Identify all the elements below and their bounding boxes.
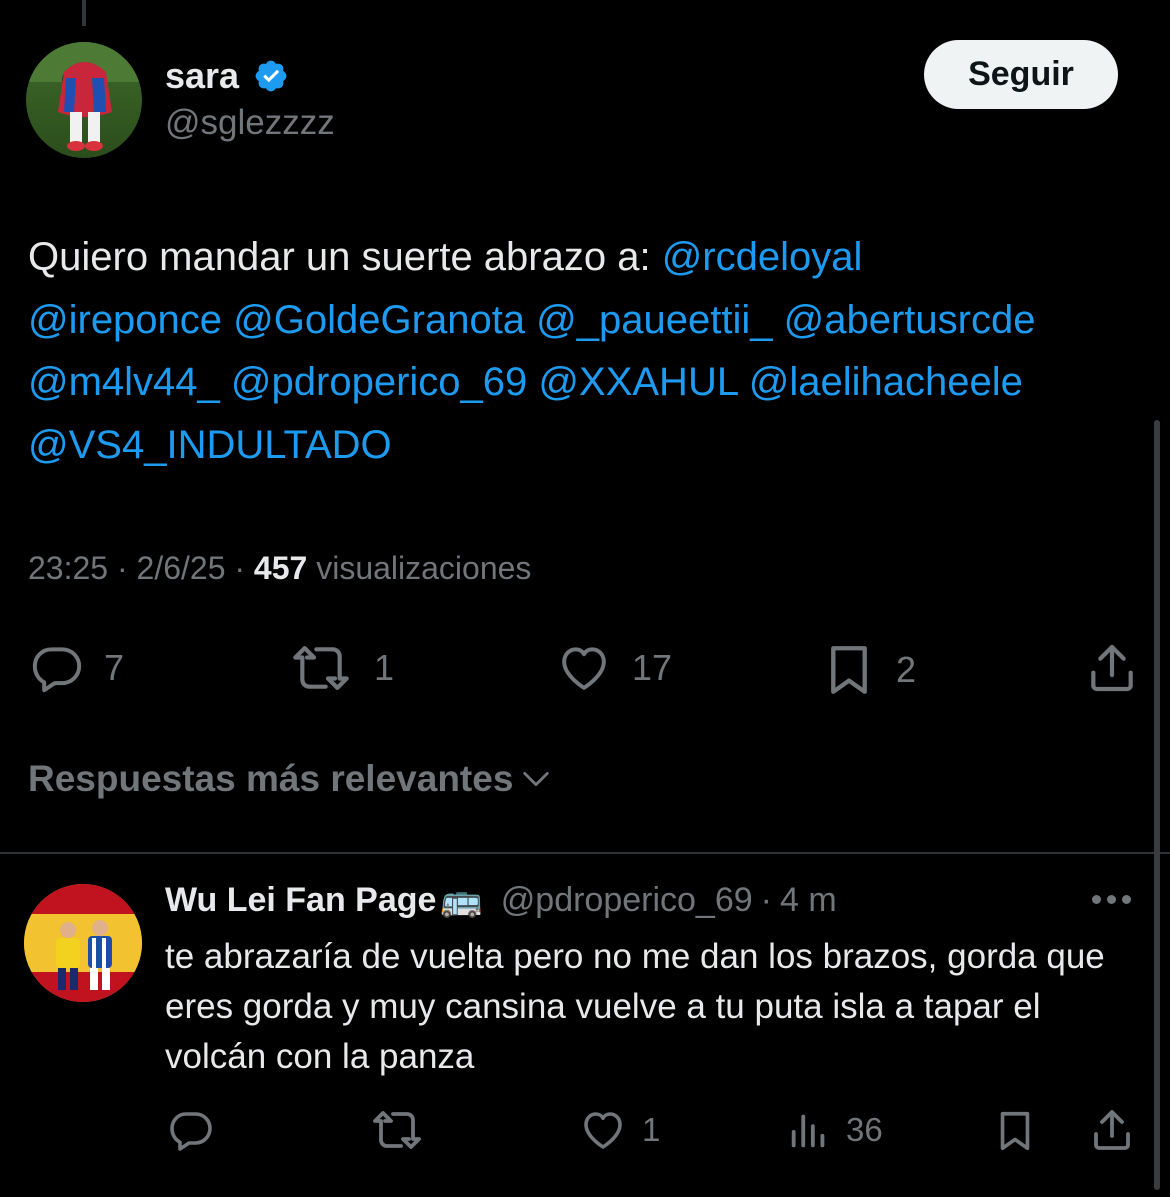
chevron-down-icon — [523, 771, 550, 787]
reply-like-count: 1 — [642, 1111, 661, 1148]
like-button[interactable]: 17 — [554, 640, 672, 696]
reply-like-button[interactable]: 1 — [578, 1106, 660, 1154]
retweet-icon — [293, 646, 349, 690]
bookmark-button[interactable]: 2 — [820, 640, 916, 700]
bookmark-count: 2 — [896, 649, 917, 690]
reply-author-name[interactable]: Wu Lei Fan Page — [165, 881, 436, 920]
verified-badge-icon — [255, 60, 287, 92]
follow-button[interactable]: Seguir — [924, 40, 1118, 109]
retweet-button[interactable]: 1 — [286, 640, 394, 696]
reply-bookmark-button[interactable] — [992, 1106, 1038, 1156]
tweet-text: Quiero mandar un suerte abrazo a: @rcdel… — [28, 226, 1148, 476]
reply-author-handle[interactable]: @pdroperico_69 — [501, 881, 753, 920]
reply-icon — [170, 1112, 212, 1151]
mention-link[interactable]: @laelihacheele — [749, 360, 1023, 404]
tweet-action-bar: 7 1 17 2 — [0, 640, 1170, 696]
bookmark-icon — [831, 646, 867, 694]
reply-button[interactable]: 7 — [28, 640, 124, 696]
scrollbar[interactable] — [1154, 420, 1160, 1190]
mention-link[interactable]: @abertusrcde — [784, 298, 1036, 342]
bus-emoji: 🚌 — [440, 881, 483, 919]
views-count: 457 — [253, 550, 308, 586]
separator: · — [760, 880, 772, 919]
tweet-time[interactable]: 23:25 — [28, 550, 108, 586]
heart-icon — [584, 1112, 622, 1149]
author-name-row: sara — [165, 55, 289, 97]
reply-author-avatar[interactable] — [24, 884, 142, 1002]
more-icon[interactable] — [1092, 895, 1131, 904]
reply-reply-button[interactable] — [166, 1106, 216, 1154]
author-name[interactable]: sara — [165, 55, 239, 97]
reply-header: Wu Lei Fan Page 🚌 @pdroperico_69 · 4 m — [165, 880, 837, 920]
mention-link[interactable]: @rcdeloyal — [662, 235, 863, 279]
reply-count: 7 — [104, 647, 125, 688]
mention-link[interactable]: @ireponce — [28, 298, 222, 342]
heart-icon — [562, 647, 606, 690]
replies-sort-dropdown[interactable]: Respuestas más relevantes — [28, 758, 553, 800]
sort-label: Respuestas más relevantes — [28, 758, 514, 799]
mention-link[interactable]: @pdroperico_69 — [231, 360, 527, 404]
author-handle[interactable]: @sglezzzz — [165, 103, 335, 143]
reply-action-bar: 1 36 — [0, 1106, 1170, 1154]
mention-link[interactable]: @m4lv44_ — [28, 360, 220, 404]
divider — [0, 852, 1170, 854]
author-avatar[interactable] — [26, 42, 142, 158]
share-icon — [1091, 644, 1133, 692]
reply-text: te abrazaría de vuelta pero no me dan lo… — [165, 937, 1105, 1076]
tweet-text-intro: Quiero mandar un suerte abrazo a: — [28, 235, 662, 279]
views-icon — [791, 1114, 825, 1148]
tweet-detail-page: sara @sglezzzz Seguir Quiero mandar un s… — [0, 0, 1170, 1197]
tweet-meta: 23:25 · 2/6/25 · 457 visualizaciones — [28, 550, 532, 586]
mention-link[interactable]: @GoldeGranota — [233, 298, 525, 342]
like-count: 17 — [632, 647, 673, 688]
mention-link[interactable]: @XXAHUL — [538, 360, 737, 404]
thread-line — [82, 0, 86, 26]
retweet-icon — [373, 1111, 421, 1149]
reply-views-button[interactable]: 36 — [786, 1106, 883, 1154]
reply-views-count: 36 — [846, 1111, 883, 1148]
share-icon — [1094, 1110, 1130, 1150]
reply-retweet-button[interactable] — [368, 1106, 426, 1154]
reply-share-button[interactable] — [1088, 1106, 1136, 1154]
reply-icon — [32, 647, 82, 693]
retweet-count: 1 — [374, 647, 395, 688]
reply-time[interactable]: 4 m — [780, 881, 837, 920]
mention-link[interactable]: @_paueettii_ — [536, 298, 772, 342]
tweet-date[interactable]: 2/6/25 — [137, 550, 226, 586]
share-button[interactable] — [1082, 640, 1142, 696]
mention-link[interactable]: @VS4_INDULTADO — [28, 423, 392, 467]
views-label: visualizaciones — [316, 550, 532, 586]
bookmark-icon — [1000, 1111, 1030, 1151]
